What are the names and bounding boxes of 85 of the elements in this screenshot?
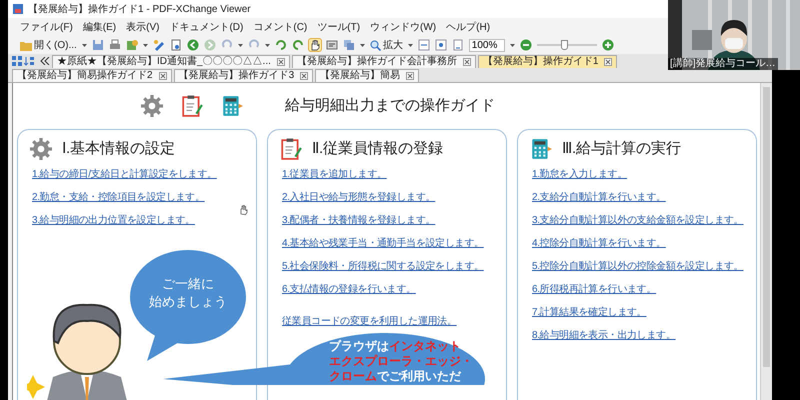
- caret-icon[interactable]: [264, 44, 270, 46]
- guide-link[interactable]: 5.社会保険料・所得税に関する設定をします。: [282, 260, 484, 274]
- wand-icon[interactable]: [152, 39, 165, 51]
- guide-link[interactable]: 2.勤怠・支給・控除項目を設定します。: [32, 191, 205, 205]
- calculator-icon: [530, 138, 552, 160]
- scroll-left-icon[interactable]: [40, 57, 50, 65]
- close-icon[interactable]: [406, 72, 414, 80]
- close-icon[interactable]: [300, 72, 308, 80]
- speech-bubble-text: ご一緒に 始めましょう: [148, 275, 228, 311]
- document-title: 給与明細出力までの操作ガイド: [285, 96, 495, 116]
- guide-link[interactable]: 6.支払情報の登録を行います。: [282, 283, 416, 297]
- tab-sort-icon[interactable]: [24, 56, 34, 66]
- document-tab[interactable]: 【発展給与】操作ガイド1: [478, 55, 618, 68]
- snapshot-icon[interactable]: [342, 39, 355, 51]
- rotate-icon[interactable]: [274, 39, 287, 51]
- section-heading: Ⅱ.従業員情報の登録: [312, 138, 444, 159]
- caret-icon[interactable]: [82, 44, 87, 46]
- open-button[interactable]: 開く(O)...: [20, 38, 77, 52]
- printer-icon[interactable]: [108, 39, 121, 51]
- guide-link[interactable]: 3.給与明細の出力位置を設定します。: [32, 214, 195, 228]
- rotate-icon[interactable]: [292, 39, 304, 51]
- folder-icon: [20, 40, 32, 50]
- zoom-in-icon[interactable]: [602, 39, 614, 51]
- hand-icon[interactable]: [308, 39, 321, 51]
- guide-link[interactable]: 1.給与の締日/支給日と計算設定をします。: [32, 168, 217, 182]
- clipboard-icon: [280, 138, 302, 160]
- gear-icon: [141, 95, 163, 117]
- menu-item[interactable]: 表示(V): [126, 20, 160, 34]
- actual-size-icon[interactable]: [452, 39, 464, 51]
- menu-item[interactable]: ドキュメント(D): [169, 20, 244, 34]
- guide-link[interactable]: 7.計算結果を確定します。: [532, 306, 646, 320]
- caret-icon[interactable]: [408, 44, 413, 46]
- menu-item[interactable]: 編集(E): [82, 20, 116, 34]
- zoom-in-button[interactable]: 拡大: [370, 38, 403, 52]
- gear-icon: [30, 138, 52, 160]
- tab-grid-icon[interactable]: [12, 56, 22, 66]
- close-icon[interactable]: [462, 58, 471, 66]
- guide-link[interactable]: 3.支給分自動計算以外の支給金額を設定します。: [532, 214, 744, 228]
- fit-width-icon[interactable]: [418, 39, 430, 51]
- scrollbar-thumb[interactable]: [763, 87, 770, 367]
- section-heading: Ⅰ.基本情報の設定: [62, 138, 176, 159]
- guide-link[interactable]: 1.従業員を追加します。: [282, 168, 387, 182]
- magnifier-icon: [370, 40, 381, 50]
- speech-bubble-text: ブラウザはインタネット エクスプローラ・エッジ・ クロームでご利用いただ: [329, 339, 473, 384]
- menu-item[interactable]: コメント(C): [253, 20, 308, 34]
- caret-icon[interactable]: [142, 44, 148, 46]
- guide-link[interactable]: 5.控除分自動計算以外の控除金額を設定します。: [532, 260, 744, 274]
- guide-link[interactable]: 6.所得税再計算を行います。: [532, 283, 656, 297]
- clipboard-icon: [181, 95, 203, 117]
- fit-page-icon[interactable]: [434, 39, 447, 51]
- document-tab[interactable]: 【発展給与】操作ガイド3: [174, 69, 314, 82]
- close-icon[interactable]: [604, 58, 612, 66]
- webcam-caption: [講師]発展給与コール…: [668, 58, 778, 70]
- save-icon[interactable]: [92, 39, 104, 51]
- guide-link[interactable]: 従業員コードの変更を利用した運用法。: [282, 315, 457, 329]
- menu-item[interactable]: ヘルプ(H): [446, 20, 490, 34]
- section-heading: Ⅲ.給与計算の実行: [562, 138, 682, 159]
- calculator-icon: [221, 95, 243, 117]
- menu-item[interactable]: ウィンドウ(W): [370, 20, 436, 34]
- zoom-out-icon[interactable]: [520, 39, 532, 51]
- zoom-field[interactable]: 100%: [468, 38, 505, 52]
- guide-link[interactable]: 3.配偶者・扶養情報を登録します。: [282, 214, 436, 228]
- guide-link[interactable]: 4.控除分自動計算を行います。: [532, 237, 666, 251]
- guide-link[interactable]: 1.勤怠を入力します。: [532, 168, 628, 182]
- caret-icon[interactable]: [510, 44, 515, 46]
- document-tab[interactable]: 【発展給与】簡易: [315, 69, 420, 82]
- text-select-icon[interactable]: [326, 39, 338, 51]
- document-tab[interactable]: ★原紙★【発展給与】ID通知書_〇〇〇〇△△...: [52, 55, 290, 68]
- close-icon[interactable]: [276, 58, 285, 66]
- guide-link[interactable]: 2.支給分自動計算を行います。: [532, 191, 666, 205]
- slider-thumb[interactable]: [560, 40, 568, 50]
- menu-item[interactable]: ファイル(F): [20, 20, 73, 34]
- app-icon: [12, 3, 24, 15]
- guide-link[interactable]: 8.給与明細を表示・出力します。: [532, 329, 676, 343]
- hand-cursor-icon: [239, 205, 248, 215]
- close-icon[interactable]: [158, 72, 167, 80]
- caret-icon[interactable]: [360, 44, 365, 46]
- window-title: 【発展給与】操作ガイド1 - PDF-XChange Viewer: [28, 2, 251, 16]
- document-tab[interactable]: 【発展給与】操作ガイド会計事務所: [292, 55, 476, 68]
- document-tab[interactable]: 【発展給与】簡易操作ガイド2: [12, 69, 172, 82]
- caret-icon[interactable]: [238, 44, 243, 46]
- menu-item[interactable]: ツール(T): [317, 20, 360, 34]
- scrollbar[interactable]: [760, 83, 772, 400]
- guide-link[interactable]: 2.入社日や給与形態を登録します。: [282, 191, 436, 205]
- guide-link[interactable]: 4.基本給や残業手当・通勤手当を設定します。: [282, 237, 484, 251]
